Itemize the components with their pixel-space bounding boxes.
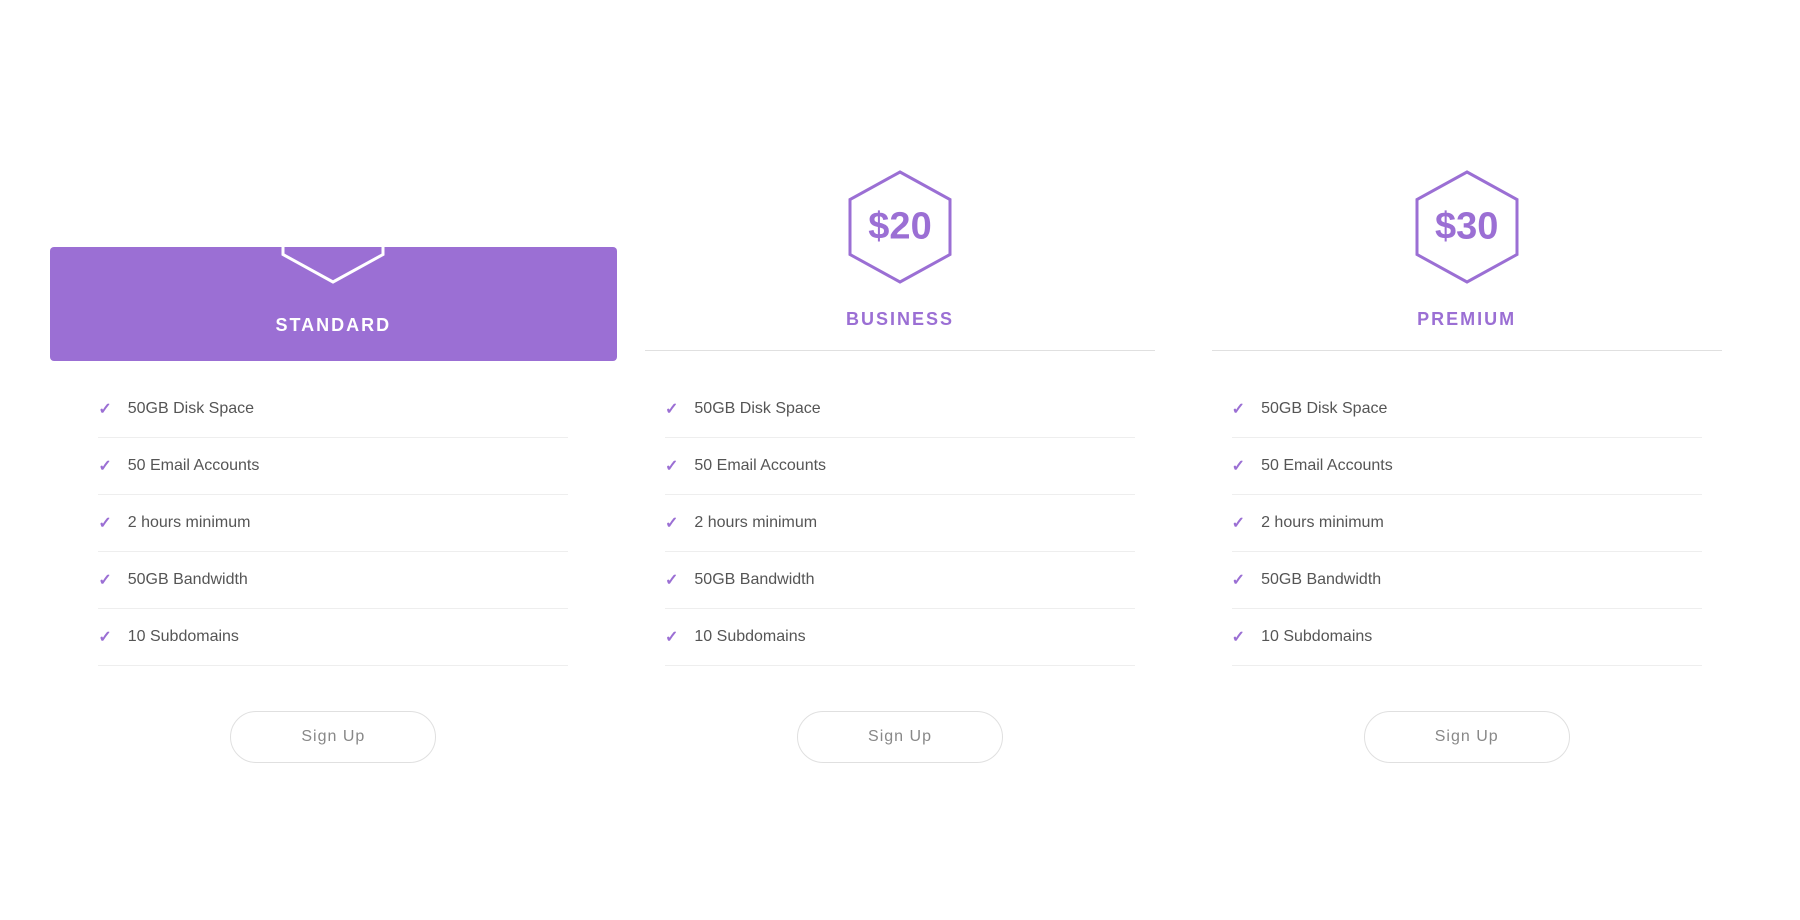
feature-text: 50GB Bandwidth (694, 571, 814, 589)
active-plan-header: $10 STANDARD (50, 157, 617, 361)
price-label: $30 (1435, 206, 1498, 249)
signup-button-standard[interactable]: Sign Up (230, 711, 436, 763)
check-icon: ✓ (665, 456, 678, 476)
features-list: ✓ 50GB Disk Space ✓ 50 Email Accounts ✓ … (645, 371, 1155, 676)
feature-item: ✓ 50 Email Accounts (98, 438, 568, 495)
feature-item: ✓ 10 Subdomains (1232, 609, 1702, 666)
plan-name: BUSINESS (846, 309, 954, 330)
check-icon: ✓ (665, 513, 678, 533)
pricing-container: $10 STANDARD ✓ 50GB Disk Space ✓ 50 Emai… (50, 97, 1750, 823)
feature-text: 50 Email Accounts (128, 457, 260, 475)
signup-button-business[interactable]: Sign Up (797, 711, 1003, 763)
feature-text: 50 Email Accounts (1261, 457, 1393, 475)
feature-text: 2 hours minimum (694, 514, 817, 532)
feature-item: ✓ 2 hours minimum (1232, 495, 1702, 552)
feature-item: ✓ 50GB Disk Space (1232, 381, 1702, 438)
feature-item: ✓ 10 Subdomains (665, 609, 1135, 666)
check-icon: ✓ (1232, 513, 1245, 533)
check-icon: ✓ (665, 627, 678, 647)
feature-text: 50 Email Accounts (694, 457, 826, 475)
price-hexagon-wrapper: $30 (1402, 157, 1532, 297)
feature-text: 50GB Bandwidth (1261, 571, 1381, 589)
price-hexagon-wrapper: $20 (835, 157, 965, 297)
plan-header: $20 BUSINESS (617, 157, 1184, 361)
check-icon: ✓ (1232, 570, 1245, 590)
features-list: ✓ 50GB Disk Space ✓ 50 Email Accounts ✓ … (78, 371, 588, 676)
feature-text: 50GB Bandwidth (128, 571, 248, 589)
feature-item: ✓ 50GB Disk Space (665, 381, 1135, 438)
feature-item: ✓ 50GB Bandwidth (98, 552, 568, 609)
price-label: $10 (302, 206, 365, 249)
plan-name: PREMIUM (1417, 309, 1516, 330)
price-label: $20 (868, 206, 931, 249)
check-icon: ✓ (98, 513, 111, 533)
features-list: ✓ 50GB Disk Space ✓ 50 Email Accounts ✓ … (1212, 371, 1722, 676)
feature-text: 2 hours minimum (128, 514, 251, 532)
feature-text: 50GB Disk Space (694, 400, 820, 418)
feature-text: 50GB Disk Space (1261, 400, 1387, 418)
feature-item: ✓ 50 Email Accounts (665, 438, 1135, 495)
feature-text: 10 Subdomains (128, 628, 239, 646)
plan-card-business: $20 BUSINESS ✓ 50GB Disk Space ✓ 50 Emai… (617, 137, 1184, 763)
plan-divider (1212, 350, 1722, 351)
feature-text: 10 Subdomains (1261, 628, 1372, 646)
plan-divider (645, 350, 1155, 351)
feature-item: ✓ 10 Subdomains (98, 609, 568, 666)
check-icon: ✓ (98, 570, 111, 590)
check-icon: ✓ (98, 399, 111, 419)
feature-item: ✓ 50GB Bandwidth (665, 552, 1135, 609)
check-icon: ✓ (665, 570, 678, 590)
feature-text: 2 hours minimum (1261, 514, 1384, 532)
feature-item: ✓ 2 hours minimum (665, 495, 1135, 552)
check-icon: ✓ (98, 627, 111, 647)
feature-text: 50GB Disk Space (128, 400, 254, 418)
feature-text: 10 Subdomains (694, 628, 805, 646)
feature-item: ✓ 50GB Bandwidth (1232, 552, 1702, 609)
feature-item: ✓ 50 Email Accounts (1232, 438, 1702, 495)
price-hexagon-wrapper: $10 (268, 157, 398, 297)
plan-header: $30 PREMIUM (1183, 157, 1750, 361)
check-icon: ✓ (1232, 399, 1245, 419)
plan-card-standard: $10 STANDARD ✓ 50GB Disk Space ✓ 50 Emai… (50, 137, 617, 763)
feature-item: ✓ 50GB Disk Space (98, 381, 568, 438)
feature-item: ✓ 2 hours minimum (98, 495, 568, 552)
plan-name: STANDARD (276, 315, 392, 336)
check-icon: ✓ (98, 456, 111, 476)
plan-card-premium: $30 PREMIUM ✓ 50GB Disk Space ✓ 50 Email… (1183, 137, 1750, 763)
check-icon: ✓ (665, 399, 678, 419)
check-icon: ✓ (1232, 627, 1245, 647)
signup-button-premium[interactable]: Sign Up (1364, 711, 1570, 763)
check-icon: ✓ (1232, 456, 1245, 476)
